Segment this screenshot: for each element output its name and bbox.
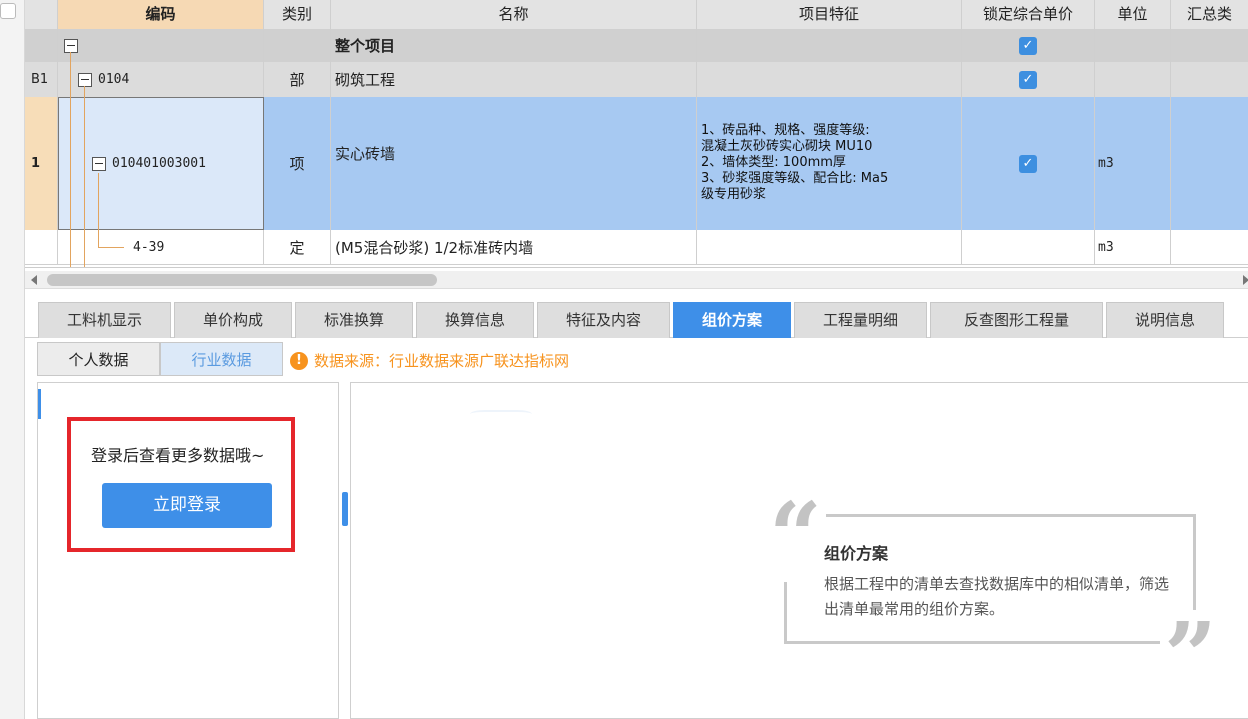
features-cell[interactable] (697, 62, 962, 97)
code-cell[interactable] (58, 29, 264, 62)
detail-tab-bar: 工料机显示 单价构成 标准换算 换算信息 特征及内容 组价方案 工程量明细 反查… (25, 298, 1248, 338)
subtab-personal-data[interactable]: 个人数据 (37, 342, 160, 376)
summary-cell[interactable] (1171, 230, 1248, 264)
tab-standard-conversion[interactable]: 标准换算 (295, 302, 413, 338)
tab-labor-material[interactable]: 工料机显示 (38, 302, 171, 338)
summary-cell[interactable] (1171, 97, 1248, 230)
name-cell[interactable]: (M5混合砂浆) 1/2标准砖内墙 (331, 230, 697, 264)
info-warning-icon: ! (290, 352, 308, 370)
header-summary[interactable]: 汇总类 (1171, 0, 1248, 29)
row-number: 1 (25, 97, 58, 230)
loading-arc (470, 410, 532, 418)
collapse-icon[interactable] (78, 72, 92, 87)
header-features[interactable]: 项目特征 (697, 0, 962, 29)
scroll-right-icon[interactable] (1243, 275, 1248, 285)
table-row[interactable]: 整个项目 ✓ (25, 29, 1248, 63)
tree-line (98, 173, 99, 247)
code-cell[interactable]: 0104 (58, 62, 264, 97)
row-number (25, 29, 58, 62)
horizontal-scrollbar[interactable] (25, 271, 1248, 289)
code-text: 010401003001 (112, 156, 206, 171)
open-quote-icon: “ (765, 490, 826, 582)
tree-line (70, 52, 71, 267)
category-cell[interactable]: 项 (264, 97, 331, 230)
header-name[interactable]: 名称 (331, 0, 697, 29)
collapse-icon[interactable] (92, 156, 106, 171)
login-tip-text: 登录后查看更多数据哦~ (91, 446, 265, 465)
tab-pricing-scheme[interactable]: 组价方案 (673, 302, 791, 338)
code-cell[interactable]: 4-39 (58, 230, 264, 264)
table-row[interactable]: 4-39 定 (M5混合砂浆) 1/2标准砖内墙 m3 (25, 230, 1248, 265)
header-category[interactable]: 类别 (264, 0, 331, 29)
scroll-left-icon[interactable] (31, 275, 37, 285)
tab-unit-price[interactable]: 单价构成 (174, 302, 292, 338)
lock-cell[interactable] (962, 230, 1095, 264)
code-cell[interactable]: 010401003001 (58, 97, 264, 230)
header-lock-price[interactable]: 锁定综合单价 (962, 0, 1095, 29)
unit-cell[interactable]: m3 (1095, 230, 1171, 264)
quote-title: 组价方案 (824, 544, 889, 563)
splitter-handle[interactable] (342, 492, 348, 526)
tab-features-content[interactable]: 特征及内容 (537, 302, 670, 338)
unit-cell[interactable] (1095, 62, 1171, 97)
header-code[interactable]: 编码 (58, 0, 264, 29)
scroll-thumb[interactable] (47, 274, 437, 286)
grid-header-row: 编码 类别 名称 项目特征 锁定综合单价 单位 汇总类 (25, 0, 1248, 30)
code-text: 4-39 (133, 239, 165, 255)
name-cell[interactable]: 实心砖墙 (331, 97, 697, 230)
feature-line: 1、砖品种、规格、强度等级: (701, 123, 870, 138)
code-text: 0104 (98, 72, 130, 87)
lock-cell[interactable]: ✓ (962, 62, 1095, 97)
tab-reverse-quantity[interactable]: 反查图形工程量 (930, 302, 1103, 338)
checkbox-checked-icon[interactable]: ✓ (1019, 36, 1037, 55)
quote-description: 根据工程中的清单去查找数据库中的相似清单，筛选出清单最常用的组价方案。 (824, 575, 1170, 618)
tab-quantity-detail[interactable]: 工程量明细 (794, 302, 927, 338)
unit-cell[interactable] (1095, 29, 1171, 62)
features-cell[interactable] (697, 29, 962, 62)
collapse-icon[interactable] (64, 38, 78, 53)
row-number (25, 230, 58, 264)
summary-cell[interactable] (1171, 62, 1248, 97)
table-row-selected[interactable]: 1 010401003001 项 实心砖墙 1、砖品种、规格、强度等级: 混凝土… (25, 97, 1248, 231)
summary-cell[interactable] (1171, 29, 1248, 62)
checkbox-checked-icon[interactable]: ✓ (1019, 70, 1037, 89)
unit-cell[interactable]: m3 (1095, 97, 1171, 230)
tree-line (84, 86, 85, 267)
name-cell[interactable]: 整个项目 (331, 29, 697, 62)
feature-line: 混凝土灰砂砖实心砌块 MU10 (701, 139, 873, 154)
table-row[interactable]: B1 0104 部 砌筑工程 ✓ (25, 62, 1248, 98)
header-rownum (25, 0, 58, 29)
selection-marker (38, 389, 41, 419)
checkbox-checked-icon[interactable]: ✓ (1019, 154, 1037, 173)
row-number: B1 (25, 62, 58, 97)
login-now-button[interactable]: 立即登录 (102, 483, 272, 528)
lock-cell[interactable]: ✓ (962, 29, 1095, 62)
category-cell[interactable]: 定 (264, 230, 331, 264)
features-cell[interactable]: 1、砖品种、规格、强度等级: 混凝土灰砂砖实心砌块 MU10 2、墙体类型: 1… (697, 97, 962, 230)
close-quote-icon: ” (1160, 610, 1221, 702)
name-cell[interactable]: 砌筑工程 (331, 62, 697, 97)
left-gutter (0, 0, 25, 719)
lock-cell[interactable]: ✓ (962, 97, 1095, 230)
category-cell[interactable]: 部 (264, 62, 331, 97)
data-source-bar: 个人数据 行业数据 ! 数据来源：行业数据来源广联达指标网 (25, 340, 1248, 378)
tab-description[interactable]: 说明信息 (1106, 302, 1224, 338)
bill-grid: 编码 类别 名称 项目特征 锁定综合单价 单位 汇总类 整个项目 ✓ B1 01… (25, 0, 1248, 268)
feature-line: 级专用砂浆 (701, 187, 767, 202)
header-unit[interactable]: 单位 (1095, 0, 1171, 29)
gutter-button[interactable] (0, 3, 16, 19)
features-cell[interactable] (697, 230, 962, 264)
category-cell[interactable] (264, 29, 331, 62)
subtab-industry-data[interactable]: 行业数据 (160, 342, 283, 376)
tab-conversion-info[interactable]: 换算信息 (416, 302, 534, 338)
feature-line: 3、砂浆强度等级、配合比: Ma5 (701, 171, 889, 186)
feature-line: 2、墙体类型: 100mm厚 (701, 155, 846, 170)
data-source-text: 数据来源：行业数据来源广联达指标网 (314, 352, 570, 370)
tree-line (98, 247, 124, 248)
